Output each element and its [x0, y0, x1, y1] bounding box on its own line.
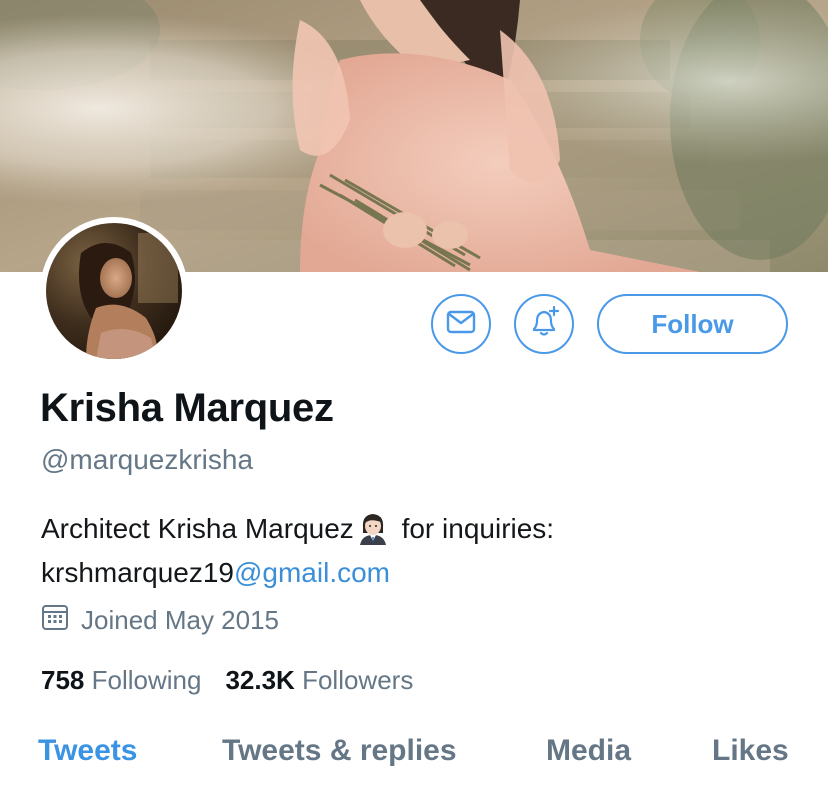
- follow-button-label: Follow: [651, 308, 734, 339]
- bio-email-link[interactable]: @gmail.com: [234, 557, 390, 588]
- follow-button[interactable]: Follow: [597, 294, 788, 354]
- follow-stats: 758 Following 32.3K Followers: [41, 665, 413, 696]
- bio-text: Architect Krisha Marquez: [41, 513, 354, 544]
- following-stat[interactable]: 758 Following: [41, 665, 201, 696]
- followers-count: 32.3K: [225, 665, 295, 695]
- display-name: Krisha Marquez: [40, 386, 334, 430]
- notifications-button[interactable]: [514, 294, 574, 354]
- username-handle: @marquezkrisha: [41, 444, 254, 475]
- profile-bio: Architect Krisha Marquez for inquiries: …: [41, 507, 801, 595]
- calendar-icon: [41, 603, 81, 638]
- tab-likes[interactable]: Likes: [712, 734, 789, 768]
- joined-date: Joined May 2015: [41, 603, 279, 638]
- profile-tabs: Tweets Tweets & replies Media Likes: [0, 734, 828, 796]
- tab-tweets-and-replies[interactable]: Tweets & replies: [222, 734, 457, 768]
- following-count: 758: [41, 665, 85, 695]
- profile-avatar[interactable]: [40, 217, 188, 365]
- tab-media[interactable]: Media: [546, 734, 631, 768]
- profile-page: Follow Krisha Marquez @marquezkrisha Arc…: [0, 0, 828, 796]
- bio-email-user: krshmarquez19: [41, 557, 234, 588]
- joined-date-text: Joined May 2015: [81, 605, 280, 635]
- tab-tweets[interactable]: Tweets: [38, 734, 137, 768]
- bell-plus-icon: [527, 305, 561, 344]
- followers-label: Followers: [302, 665, 414, 695]
- following-label: Following: [91, 665, 202, 695]
- envelope-icon: [446, 310, 476, 339]
- bio-text-continued: for inquiries:: [393, 513, 555, 544]
- followers-stat[interactable]: 32.3K Followers: [225, 665, 413, 696]
- message-button[interactable]: [431, 294, 491, 354]
- woman-office-worker-emoji: [356, 511, 390, 545]
